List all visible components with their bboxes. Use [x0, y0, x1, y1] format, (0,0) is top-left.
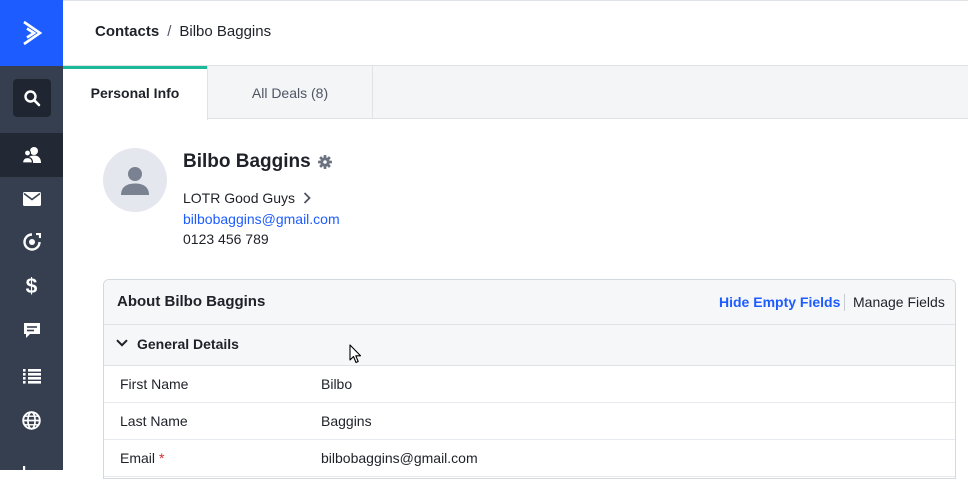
- gear-icon[interactable]: [318, 155, 332, 169]
- field-row-email: Email * bilbobaggins@gmail.com: [104, 440, 955, 477]
- field-row-last-name: Last Name Baggins: [104, 403, 955, 440]
- person-icon: [121, 167, 149, 195]
- field-row-first-name: First Name Bilbo: [104, 366, 955, 403]
- manage-fields-button[interactable]: Manage Fields: [853, 294, 945, 310]
- avatar[interactable]: [103, 148, 167, 212]
- sidebar-item-conversations[interactable]: [0, 308, 63, 352]
- field-label: First Name: [120, 376, 189, 392]
- bar-chart-icon: [22, 466, 41, 484]
- sidebar-item-lists[interactable]: [0, 354, 63, 398]
- activecampaign-chevron-icon: [22, 20, 42, 46]
- field-value[interactable]: Bilbo: [321, 376, 352, 392]
- about-panel: About Bilbo Baggins Hide Empty Fields Ma…: [103, 279, 956, 479]
- search-icon: [24, 90, 41, 107]
- breadcrumb-contacts-link[interactable]: Contacts: [95, 23, 159, 40]
- field-label: Last Name: [120, 413, 188, 429]
- section-title: General Details: [137, 336, 239, 352]
- sidebar-item-contacts[interactable]: [0, 133, 63, 177]
- contact-email-link[interactable]: bilbobaggins@gmail.com: [183, 211, 340, 227]
- field-label: Email *: [120, 450, 164, 466]
- contacts-icon: [21, 147, 41, 164]
- field-value[interactable]: bilbobaggins@gmail.com: [321, 450, 478, 466]
- breadcrumb-current: Bilbo Baggins: [179, 23, 272, 40]
- tab-bar: Personal Info All Deals (8): [63, 66, 968, 120]
- tab-label: Personal Info: [90, 85, 180, 101]
- field-value[interactable]: Baggins: [321, 413, 372, 429]
- field-label-text: Email: [120, 450, 156, 466]
- sidebar-item-automations[interactable]: [0, 220, 63, 264]
- app-logo[interactable]: [0, 0, 63, 66]
- automation-icon: [22, 233, 41, 251]
- sidebar-item-deals[interactable]: $: [0, 264, 63, 308]
- about-panel-header: About Bilbo Baggins Hide Empty Fields Ma…: [104, 280, 955, 325]
- account-name: LOTR Good Guys: [183, 190, 296, 206]
- dollar-icon: $: [25, 274, 38, 298]
- page-header: Contacts / Bilbo Baggins: [63, 0, 968, 66]
- header-divider: [844, 294, 845, 311]
- hide-empty-fields-button[interactable]: Hide Empty Fields: [719, 294, 840, 310]
- global-search-button[interactable]: [13, 79, 51, 117]
- tab-personal-info[interactable]: Personal Info: [63, 66, 208, 120]
- about-panel-title: About Bilbo Baggins: [117, 293, 266, 310]
- chevron-down-icon: [116, 339, 128, 347]
- breadcrumb: Contacts / Bilbo Baggins: [95, 22, 271, 42]
- sidebar-item-reports[interactable]: [0, 442, 63, 486]
- chat-icon: [23, 322, 40, 338]
- envelope-icon: [22, 192, 41, 206]
- breadcrumb-separator: /: [167, 23, 172, 40]
- account-link[interactable]: LOTR Good Guys: [183, 190, 311, 206]
- tab-all-deals[interactable]: All Deals (8): [208, 66, 373, 119]
- sidebar-item-campaigns[interactable]: [0, 177, 63, 221]
- contact-name: Bilbo Baggins: [183, 151, 311, 172]
- sidebar-item-website[interactable]: [0, 398, 63, 442]
- globe-icon: [22, 410, 41, 430]
- tab-label: All Deals (8): [251, 84, 329, 101]
- required-marker: *: [159, 450, 165, 466]
- general-details-toggle[interactable]: General Details: [104, 325, 955, 366]
- list-icon: [22, 368, 41, 384]
- chevron-right-icon: [303, 192, 311, 204]
- contact-phone: 0123 456 789: [183, 231, 269, 247]
- mouse-cursor-icon: [349, 344, 362, 364]
- sidebar: $: [0, 0, 63, 484]
